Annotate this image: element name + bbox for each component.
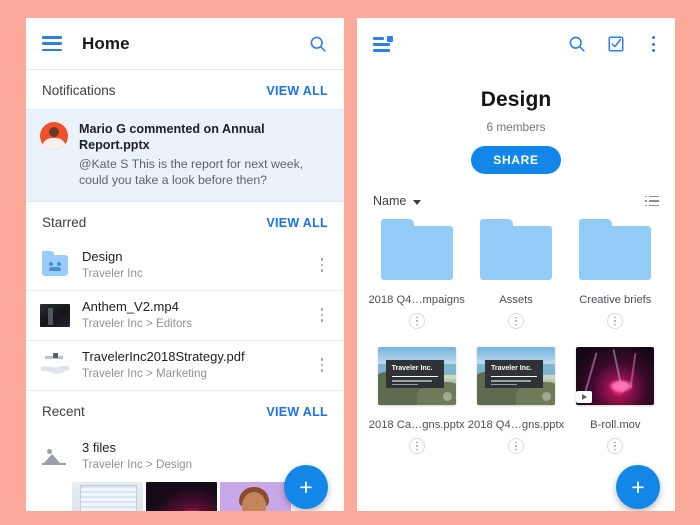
- list-item[interactable]: Anthem_V2.mp4 Traveler Inc > Editors: [26, 291, 344, 341]
- grid-item[interactable]: Traveler Inc. 2018 Q4…gns.pptx: [466, 345, 565, 454]
- folder-icon: [579, 219, 652, 280]
- folder-app-bar: [357, 18, 675, 70]
- member-count: 6 members: [486, 120, 546, 134]
- list-menu-badge-icon[interactable]: [373, 35, 393, 52]
- play-badge-icon: [576, 391, 593, 403]
- plus-icon: +: [631, 473, 645, 500]
- notification-body: @Kate S This is the report for next week…: [79, 157, 304, 187]
- home-screen-panel: Home Notifications VIEW ALL Mario G comm…: [26, 18, 344, 511]
- add-button[interactable]: +: [616, 465, 660, 509]
- search-icon[interactable]: [567, 34, 587, 54]
- notification-text: Mario G commented on Annual Report.pptx …: [79, 121, 330, 188]
- plus-icon: +: [299, 473, 313, 500]
- section-header-notifications: Notifications VIEW ALL: [26, 70, 344, 109]
- notification-title: Mario G commented on Annual Report.pptx: [79, 122, 265, 152]
- share-button-wrap: SHARE: [357, 146, 675, 174]
- folder-grid: 2018 Q4…mpaigns Assets Creative briefs: [357, 208, 675, 329]
- page-title: Home: [82, 33, 130, 53]
- list-item-meta: TravelerInc2018Strategy.pdf Traveler Inc…: [82, 349, 314, 381]
- appbar-actions: [567, 34, 661, 54]
- pdf-thumbnail-icon: [40, 352, 70, 378]
- list-item-name: Anthem_V2.mp4: [82, 299, 179, 314]
- overflow-menu-icon[interactable]: [645, 35, 661, 53]
- slide-title: Traveler Inc.: [490, 365, 532, 372]
- thumbnail-laptop[interactable]: [72, 482, 143, 511]
- list-item-name: Design: [82, 249, 123, 264]
- grid-item[interactable]: Assets: [466, 219, 565, 329]
- grid-item[interactable]: Creative briefs: [566, 219, 665, 329]
- hamburger-icon[interactable]: [42, 36, 62, 51]
- list-item-sub: Traveler Inc > Editors: [82, 317, 193, 330]
- item-kebab-menu-icon[interactable]: [607, 438, 624, 454]
- notification-dot: [387, 35, 393, 42]
- list-item-name: TravelerInc2018Strategy.pdf: [82, 349, 245, 364]
- grid-item-label: 2018 Q4…gns.pptx: [467, 419, 565, 431]
- list-item-name: 3 files: [82, 440, 116, 455]
- list-item-meta: Design Traveler Inc: [82, 249, 314, 281]
- shared-folder-icon: [40, 250, 70, 278]
- thumbnail-concert[interactable]: [146, 482, 217, 511]
- grid-item[interactable]: Traveler Inc. 2018 Ca…gns.pptx: [367, 345, 466, 454]
- grid-item-label: B-roll.mov: [590, 419, 641, 431]
- sort-label[interactable]: Name: [373, 194, 406, 208]
- section-title: Starred: [42, 215, 87, 230]
- list-item[interactable]: Design Traveler Inc: [26, 241, 344, 291]
- folder-name-title: Design: [480, 88, 552, 111]
- item-kebab-menu-icon[interactable]: [408, 313, 425, 329]
- avatar: [40, 122, 68, 150]
- section-title: Recent: [42, 404, 85, 419]
- kebab-menu-icon[interactable]: [314, 306, 330, 324]
- notifications-view-all-link[interactable]: VIEW ALL: [266, 84, 328, 98]
- section-header-recent: Recent VIEW ALL: [26, 391, 344, 430]
- video-thumbnail: [576, 347, 655, 405]
- sort-bar: Name: [357, 174, 675, 208]
- avatar-body: [42, 138, 66, 150]
- item-kebab-menu-icon[interactable]: [607, 313, 624, 329]
- folder-detail-panel: Design 6 members SHARE Name 2018 Q4…mpai…: [357, 18, 675, 511]
- grid-item-label: 2018 Q4…mpaigns: [368, 294, 465, 306]
- grid-item[interactable]: 2018 Q4…mpaigns: [367, 219, 466, 329]
- slide-title: Traveler Inc.: [391, 365, 433, 372]
- kebab-menu-icon[interactable]: [314, 256, 330, 274]
- item-kebab-menu-icon[interactable]: [507, 438, 524, 454]
- slide-title-box: Traveler Inc.: [385, 360, 444, 388]
- grid-item-label: Creative briefs: [579, 294, 652, 306]
- avatar-head: [49, 127, 59, 137]
- notification-card[interactable]: Mario G commented on Annual Report.pptx …: [26, 109, 344, 202]
- pptx-slide-thumbnail: Traveler Inc.: [476, 347, 555, 405]
- grid-item-label: Assets: [499, 294, 533, 306]
- kebab-menu-icon[interactable]: [314, 356, 330, 374]
- item-kebab-menu-icon[interactable]: [507, 313, 524, 329]
- list-item-meta: 3 files Traveler Inc > Design: [82, 440, 330, 472]
- search-icon[interactable]: [308, 34, 328, 54]
- video-thumbnail-icon: [40, 302, 70, 328]
- screenshot-stage: Home Notifications VIEW ALL Mario G comm…: [0, 0, 700, 525]
- thumbnail-portrait[interactable]: [220, 482, 291, 511]
- starred-view-all-link[interactable]: VIEW ALL: [266, 216, 328, 230]
- grid-item-label: 2018 Ca…gns.pptx: [368, 419, 465, 431]
- list-item-sub: Traveler Inc: [82, 267, 143, 280]
- home-app-bar: Home: [26, 18, 344, 70]
- checkbox-select-icon[interactable]: [607, 35, 625, 53]
- file-grid: Traveler Inc. 2018 Ca…gns.pptx Traveler …: [357, 329, 675, 454]
- section-title: Notifications: [42, 83, 116, 98]
- image-stack-icon: [40, 443, 70, 469]
- list-view-icon[interactable]: [645, 195, 659, 207]
- item-kebab-menu-icon[interactable]: [408, 438, 425, 454]
- recent-view-all-link[interactable]: VIEW ALL: [266, 405, 328, 419]
- add-button[interactable]: +: [284, 465, 328, 509]
- list-item-sub: Traveler Inc > Marketing: [82, 367, 207, 380]
- folder-icon: [380, 219, 453, 280]
- chevron-down-icon[interactable]: [413, 199, 422, 205]
- list-item-meta: Anthem_V2.mp4 Traveler Inc > Editors: [82, 299, 314, 331]
- slide-title-box: Traveler Inc.: [484, 360, 543, 388]
- folder-icon: [479, 219, 552, 280]
- section-header-starred: Starred VIEW ALL: [26, 202, 344, 241]
- pptx-slide-thumbnail: Traveler Inc.: [377, 347, 456, 405]
- grid-item[interactable]: B-roll.mov: [566, 345, 665, 454]
- share-button[interactable]: SHARE: [471, 146, 561, 174]
- list-item[interactable]: TravelerInc2018Strategy.pdf Traveler Inc…: [26, 341, 344, 391]
